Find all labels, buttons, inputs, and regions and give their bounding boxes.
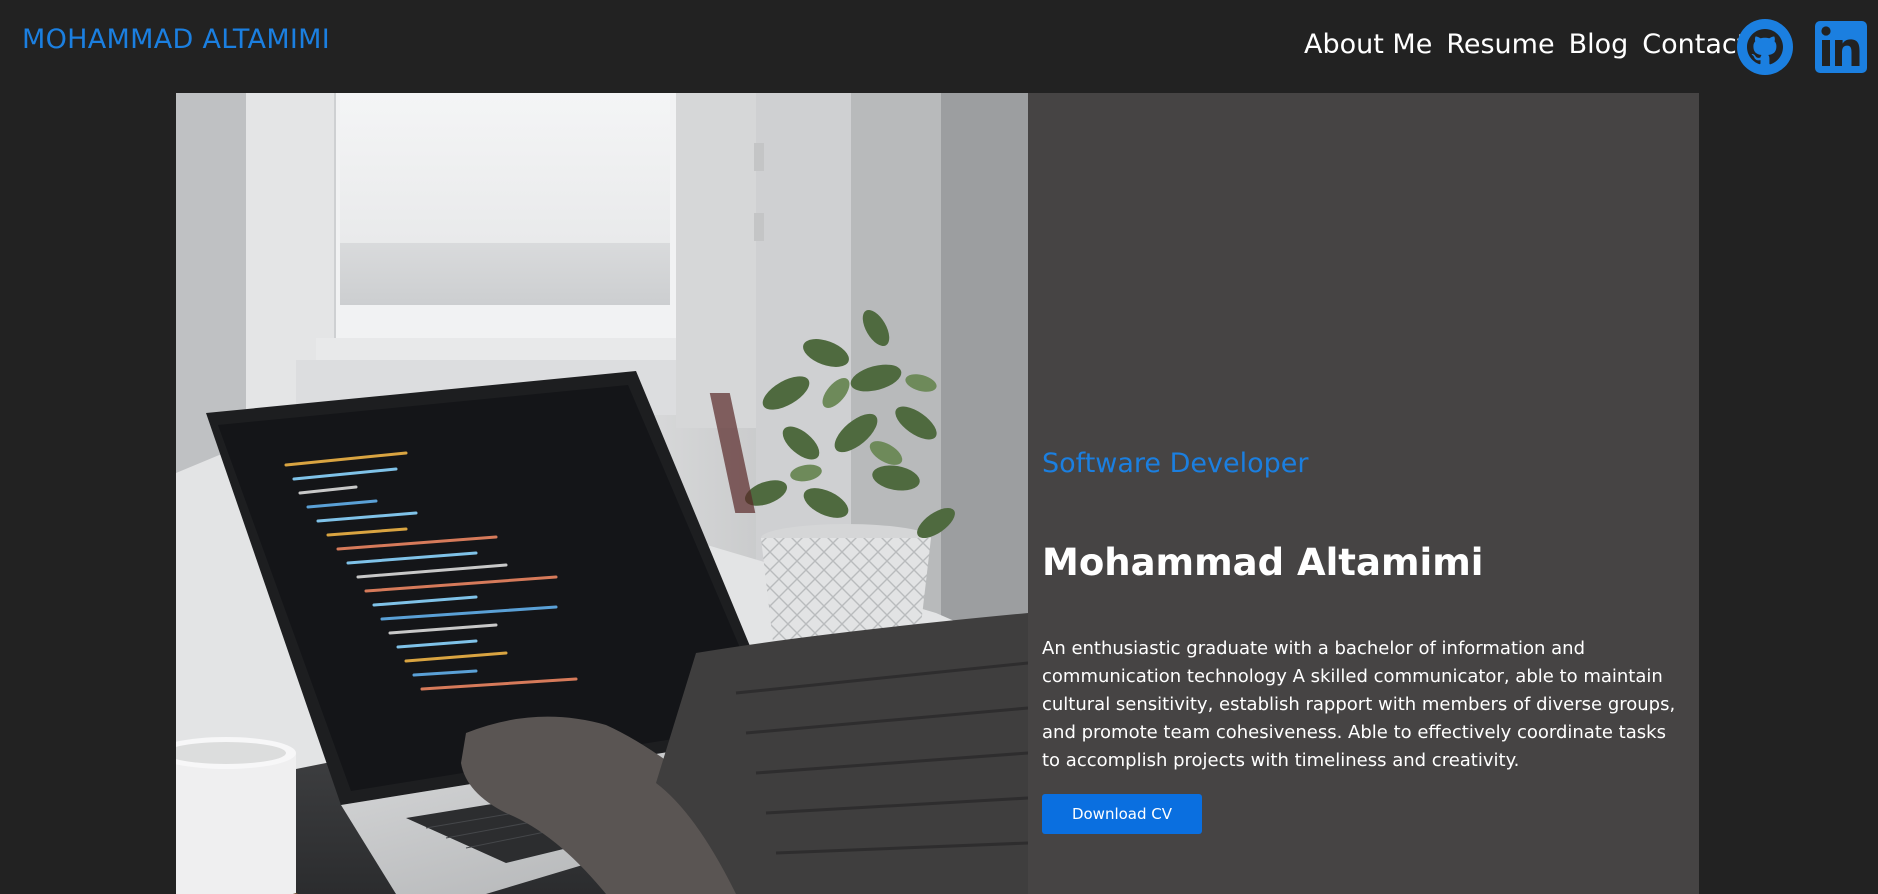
nav-link-resume[interactable]: Resume — [1446, 29, 1554, 60]
hero-bio: An enthusiastic graduate with a bachelor… — [1042, 638, 1676, 771]
hero-image — [176, 93, 1028, 894]
hero-name: Mohammad Altamimi — [1042, 541, 1484, 584]
linkedin-icon[interactable] — [1815, 19, 1871, 75]
hero-section: Software Developer Mohammad Altamimi An … — [176, 93, 1699, 894]
download-cv-button[interactable]: Download CV — [1042, 794, 1202, 834]
brand-logo-link[interactable]: MOHAMMAD ALTAMIMI — [22, 24, 330, 55]
nav-link-blog[interactable]: Blog — [1569, 29, 1629, 60]
hero-subtitle: Software Developer — [1042, 448, 1309, 479]
github-icon[interactable] — [1737, 19, 1793, 75]
nav-links: About Me Resume Blog Contact — [1304, 22, 1761, 66]
nav-link-about[interactable]: About Me — [1304, 29, 1432, 60]
navbar: MOHAMMAD ALTAMIMI About Me Resume Blog C… — [0, 0, 1878, 88]
nav-link-contact[interactable]: Contact — [1642, 29, 1747, 60]
